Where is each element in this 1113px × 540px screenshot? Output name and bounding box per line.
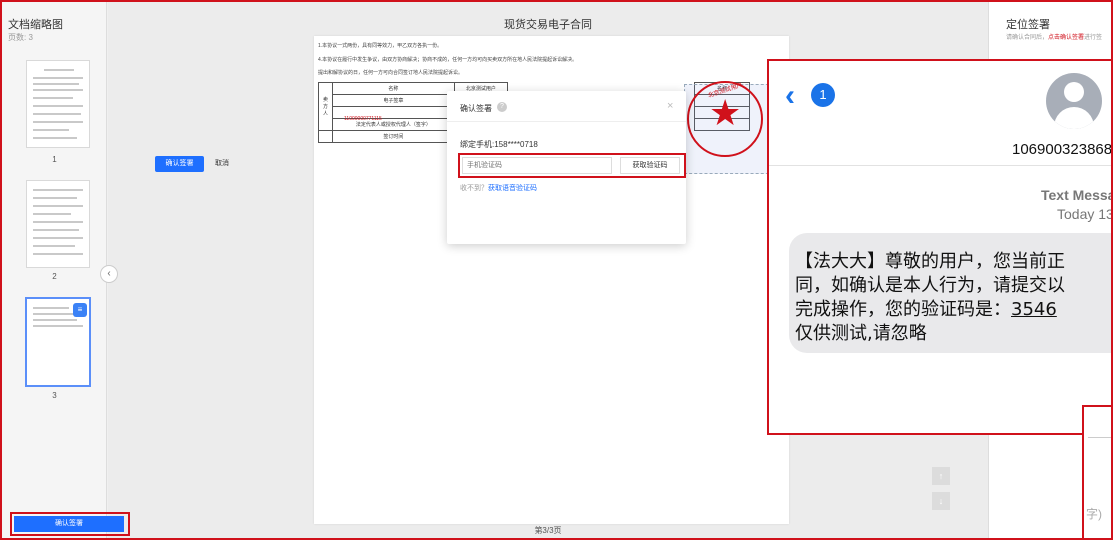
back-chevron-icon[interactable]: ‹ [785,81,795,111]
close-icon[interactable]: × [667,100,673,112]
sms-label: Text Message [1041,187,1111,203]
thumbnail-number: 3 [52,391,57,400]
right-confirm-sign-button[interactable]: 确认签署 [14,516,124,532]
thumbnail-number: 2 [52,272,57,281]
verification-row: 获取验证码 [458,153,686,178]
page-count: 页数: 3 [8,33,33,42]
page-thumbnail-3[interactable]: ≡ [26,298,90,386]
verification-code-input[interactable] [462,157,612,174]
thumbnail-panel: 文档缩略图 页数: 3 1 2 ≡ 3 [2,2,107,538]
sms-line-prefix: 完成操作，您的验证码是： [795,299,1011,320]
table-cell: 电子签章 [332,94,455,107]
sms-verification-code: 3546 [1011,299,1057,320]
table-cell: 签订时间 [332,130,455,143]
sms-line: 【法大大】尊敬的用户，您当前正 [795,251,1065,272]
page-indicator: 第3/3页 [534,526,562,535]
unread-badge: 1 [811,83,835,107]
app-window: 文档缩略图 页数: 3 1 2 ≡ 3 ‹ 现货交易电子合同 1.本协议一式两份… [0,0,1113,540]
confirm-sign-button[interactable]: 确认签署 [155,156,204,172]
page-thumbnail-2[interactable] [26,180,90,268]
sms-line: 完成操作，您的验证码是：3546 [795,295,1057,321]
divider [447,121,686,122]
resend-prefix: 收不到？ [460,185,488,192]
doc-line: 4.本协议在履行中发生争议，由双方协商解决；协商不成的，任何一方均可向买卖双方所… [318,57,578,63]
collapse-panel-button[interactable]: ‹ [100,265,118,283]
hint-text: 进行签 [1084,35,1103,41]
table-row-label: 卖方人 [318,82,333,131]
doc-line: 提出和解协议的日，任何一方可向合同签订地人民法院提起诉讼。 [318,70,464,76]
sms-sender: 106900323868 [1012,141,1113,158]
dialog-title: 确认签署 [460,104,492,113]
company-seal: 北京测试用户 ★ [687,81,763,157]
seal-number: 11000000771115 [344,116,382,122]
contact-avatar-icon [1046,73,1102,129]
sms-line: 仅供测试,请忽略 [795,323,927,344]
table-header-cell: 名称 [332,82,455,95]
seal-star-icon: ★ [709,92,742,133]
fragment-text: 字) [1086,507,1102,521]
document-title: 现货交易电子合同 [504,19,592,31]
thumbnail-number: 1 [52,155,57,164]
get-code-button[interactable]: 获取验证码 [620,157,680,174]
signature-marker-icon: ≡ [73,303,87,317]
thumbnail-panel-title: 文档缩略图 [8,19,63,31]
next-page-button[interactable]: ↓ [932,492,950,510]
prev-page-button[interactable]: ↑ [932,467,950,485]
right-confirm-highlight: 确认签署 [10,512,130,536]
right-panel-hint: 请确认合同后，点击确认签署进行签 [1006,32,1102,41]
voice-code-link[interactable]: 获取语音验证码 [488,185,537,192]
sms-line: 同，如确认是本人行为，请提交以 [795,275,1065,296]
cropped-document-fragment: 字) [1082,405,1111,538]
help-icon[interactable]: ? [497,102,507,112]
bound-phone: 绑定手机:158****0718 [460,140,538,149]
confirm-sign-dialog: 确认签署 ? × 绑定手机:158****0718 获取验证码 收不到？获取语音… [447,91,686,244]
doc-line: 1.本协议一式两份，具有同等效力，甲乙双方各执一份。 [318,43,443,49]
resend-hint: 收不到？获取语音验证码 [460,183,537,193]
cancel-button[interactable]: 取消 [210,156,234,172]
divider [769,165,1111,166]
right-panel-title: 定位签署 [1006,19,1050,31]
hint-emphasis: 点击确认签署 [1048,35,1085,41]
sms-time: Today 13:59 [1057,206,1113,222]
sms-screenshot: ‹ 1 106900323868 Text Message Today 13:5… [767,59,1113,435]
page-thumbnail-1[interactable] [26,60,90,148]
hint-text: 请确认合同后， [1006,35,1049,41]
